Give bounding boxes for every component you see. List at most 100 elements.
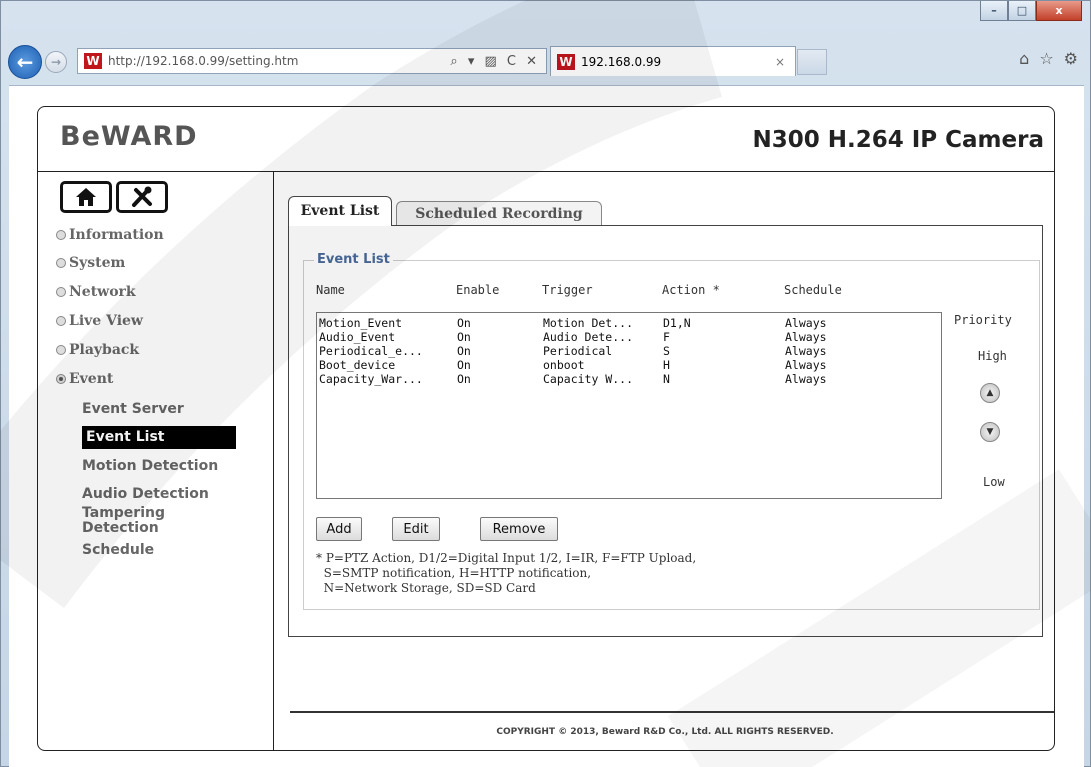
submenu-motion-detection[interactable]: Motion Detection [82,459,218,474]
list-item[interactable]: Audio_Event On Audio Dete... F Always [319,330,827,344]
event-schedule: Always [785,344,827,358]
priority-high-label: High [978,349,1007,363]
action-legend-note-line2: S=SMTP notification, H=HTTP notification… [316,566,592,580]
list-item[interactable]: Periodical_e... On Periodical S Always [319,344,827,358]
footer-copyright: COPYRIGHT © 2013, Beward R&D Co., Ltd. A… [496,727,834,737]
event-trigger: Motion Det... [543,316,634,330]
sidebar: Information System Network Live View Pla… [38,171,274,750]
list-item[interactable]: Capacity_War... On Capacity W... N Alway… [319,372,827,386]
tab-panel: Event List Name Enable Trigger Action * … [288,225,1043,637]
submenu-schedule[interactable]: Schedule [82,543,154,558]
submenu-audio-detection[interactable]: Audio Detection [82,487,209,502]
action-legend-note-line1: * P=PTZ Action, D1/2=Digital Input 1/2, … [316,551,697,565]
menu-system[interactable]: System [56,255,125,271]
settings-gear-icon[interactable]: ⚙ [1064,49,1078,68]
menu-event[interactable]: Event [56,371,113,387]
priority-up-button[interactable]: ▲ [980,383,1000,403]
event-action: S [663,344,670,358]
arrow-down-icon: ▼ [986,427,994,437]
browser-titlebar: – □ x ← → W http://192.168.0.99/setting.… [1,1,1090,85]
event-enable: On [457,344,471,358]
event-action: H [663,358,670,372]
menu-bullet-icon [56,316,66,326]
beward-logo: BeWARD [60,121,198,152]
menu-network[interactable]: Network [56,284,136,300]
event-action: F [663,330,670,344]
submenu-event-list[interactable]: Event List [82,426,236,449]
add-button[interactable]: Add [316,517,362,541]
edit-button[interactable]: Edit [392,517,440,541]
menu-bullet-icon [56,230,66,240]
column-header-name: Name [316,283,345,297]
submenu-tampering-detection[interactable]: Tampering Detection [82,506,202,536]
browser-window: – □ x ← → W http://192.168.0.99/setting.… [0,0,1091,767]
event-name: Boot_device [319,358,396,372]
event-trigger: Audio Dete... [543,330,634,344]
event-enable: On [457,330,471,344]
new-tab-button[interactable] [797,49,827,75]
favorites-star-icon[interactable]: ☆ [1039,49,1053,68]
main-content: Event List Scheduled Recording Event Lis… [274,171,1054,750]
priority-label: Priority [954,313,1012,327]
column-header-schedule: Schedule [784,283,842,297]
priority-down-button[interactable]: ▼ [980,422,1000,442]
page-viewport: BeWARD N300 H.264 IP Camera Information … [9,85,1084,767]
minimize-button[interactable]: – [980,1,1008,21]
window-controls: – □ x [980,1,1082,21]
menu-bullet-icon [56,345,66,355]
menu-bullet-icon [56,287,66,297]
event-list-box[interactable]: Motion_Event On Motion Det... D1,N Alway… [316,312,942,499]
event-name: Capacity_War... [319,372,423,386]
tools-icon [132,186,152,207]
footer-divider [290,711,1054,713]
settings-tools-button[interactable] [116,181,168,213]
menu-playback[interactable]: Playback [56,342,139,358]
camera-settings-page: BeWARD N300 H.264 IP Camera Information … [37,106,1055,751]
event-action: N [663,372,670,386]
product-title: N300 H.264 IP Camera [752,127,1044,153]
event-action: D1,N [663,316,691,330]
browser-tab-title: 192.168.0.99 [581,54,662,69]
column-header-enable: Enable [456,283,500,297]
event-schedule: Always [785,372,827,386]
site-favicon-icon: W [84,53,102,69]
remove-button[interactable]: Remove [480,517,558,541]
maximize-button[interactable]: □ [1008,1,1036,21]
back-button[interactable]: ← [8,45,42,79]
address-bar-tools[interactable]: ⌕ ▾ ▨ C ✕ [450,54,540,69]
event-list-fieldset: Event List Name Enable Trigger Action * … [303,252,1040,610]
event-schedule: Always [785,316,827,330]
event-schedule: Always [785,358,827,372]
tab-close-icon[interactable]: × [775,55,785,69]
url-text[interactable]: http://192.168.0.99/setting.htm [108,54,298,68]
arrow-up-icon: ▲ [986,388,994,398]
menu-live-view[interactable]: Live View [56,313,143,329]
priority-low-label: Low [983,475,1005,489]
tab-scheduled-recording[interactable]: Scheduled Recording [396,201,602,226]
home-page-icon[interactable]: ⌂ [1019,49,1029,68]
browser-tab[interactable]: W 192.168.0.99 × [550,46,796,76]
event-trigger: onboot [543,358,585,372]
event-enable: On [457,358,471,372]
home-button[interactable] [60,181,112,213]
event-trigger: Capacity W... [543,372,634,386]
action-legend-note-line3: N=Network Storage, SD=SD Card [316,581,536,595]
column-header-trigger: Trigger [542,283,593,297]
list-item[interactable]: Motion_Event On Motion Det... D1,N Alway… [319,316,827,330]
browser-toolbar-icons: ⌂ ☆ ⚙ [1019,49,1078,68]
fieldset-legend: Event List [314,252,393,267]
menu-bullet-open-icon [56,374,66,384]
event-trigger: Periodical [543,344,613,358]
menu-information[interactable]: Information [56,227,164,243]
list-item[interactable]: Boot_device On onboot H Always [319,358,827,372]
submenu-event-server[interactable]: Event Server [82,402,184,417]
close-window-button[interactable]: x [1036,1,1082,21]
home-icon [76,188,96,206]
menu-bullet-icon [56,258,66,268]
forward-button[interactable]: → [45,51,67,73]
event-name: Audio_Event [319,330,396,344]
address-bar[interactable]: W http://192.168.0.99/setting.htm ⌕ ▾ ▨ … [77,48,547,74]
column-header-action: Action * [662,283,720,297]
tab-event-list[interactable]: Event List [288,196,392,226]
event-enable: On [457,316,471,330]
